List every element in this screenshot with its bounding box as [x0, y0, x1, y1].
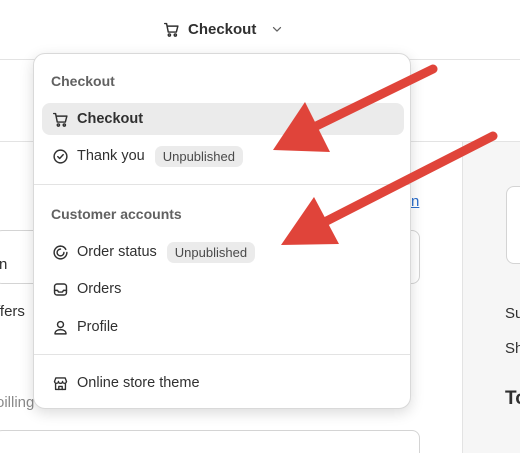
preview-product-card	[506, 186, 520, 264]
menu-item-label: Profile	[77, 319, 119, 335]
menu-item-checkout[interactable]: Checkout	[42, 103, 404, 135]
section-title-customer-accounts: Customer accounts	[51, 206, 182, 222]
menu-item-thank-you[interactable]: Thank you Unpublished	[42, 140, 404, 172]
menu-item-online-store-theme[interactable]: Online store theme	[42, 367, 404, 399]
summary-total-label: To	[505, 388, 520, 409]
menu-item-orders[interactable]: Orders	[42, 273, 404, 305]
preview-link[interactable]: n	[411, 193, 419, 210]
check-circle-icon	[52, 148, 69, 165]
person-icon	[52, 319, 69, 336]
status-badge: Unpublished	[154, 145, 243, 167]
menu-item-order-status[interactable]: Order status Unpublished	[42, 236, 404, 268]
preview-input-field[interactable]	[0, 430, 420, 453]
page-switcher-label: Checkout	[188, 20, 257, 38]
menu-item-label: Online store theme	[77, 375, 200, 391]
status-badge: Unpublished	[166, 241, 256, 263]
section-divider	[34, 184, 410, 185]
menu-item-label: Orders	[77, 281, 122, 297]
store-icon	[52, 375, 69, 392]
summary-text: Sh	[505, 340, 520, 357]
summary-text: Su	[505, 305, 520, 322]
preview-text: ffers	[0, 303, 25, 320]
top-bar: Checkout	[0, 0, 520, 60]
page-switcher[interactable]: Checkout	[163, 17, 285, 41]
preview-text: oilling	[0, 394, 35, 411]
section-divider	[34, 354, 410, 355]
menu-item-label: Checkout	[77, 111, 144, 127]
menu-item-profile[interactable]: Profile	[42, 311, 404, 343]
cart-icon	[163, 21, 180, 38]
cart-icon	[52, 111, 69, 128]
inbox-icon	[52, 281, 69, 298]
section-title-checkout: Checkout	[51, 73, 115, 89]
page-switcher-dropdown: Checkout Checkout Thank you Unpublished …	[33, 53, 411, 409]
preview-text: n	[0, 256, 8, 273]
menu-item-label: Order status	[77, 244, 157, 260]
menu-item-label: Thank you	[77, 148, 145, 164]
chevron-down-icon	[268, 21, 285, 38]
order-status-icon	[52, 244, 69, 261]
